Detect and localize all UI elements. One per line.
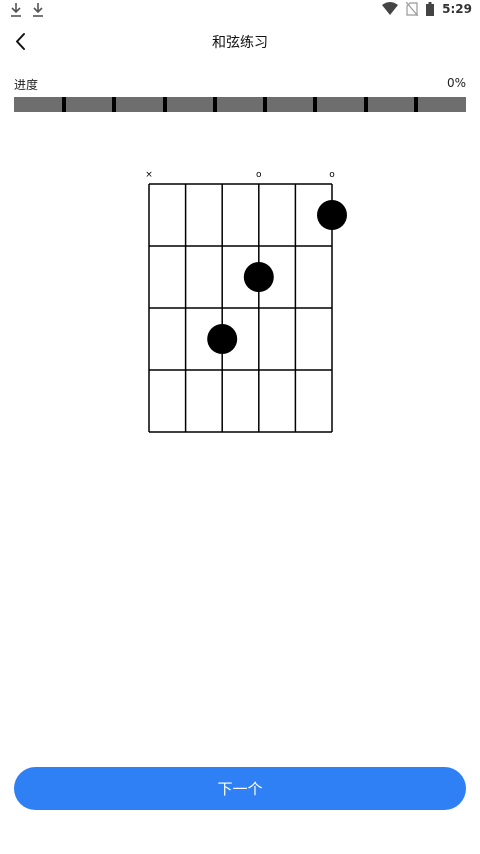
wifi-icon: [382, 2, 399, 16]
chord-diagram-svg: × o o: [145, 170, 347, 433]
download-icon: [32, 2, 44, 18]
app-header: 和弦练习: [0, 24, 480, 60]
download-icon: [10, 2, 22, 18]
progress-tick: [414, 97, 418, 112]
progress-tick: [213, 97, 217, 112]
page-title: 和弦练习: [212, 35, 268, 51]
status-bar: 5:29: [0, 0, 480, 24]
string-marker: o: [329, 170, 335, 180]
progress-tick: [163, 97, 167, 112]
finger-dot: [317, 200, 347, 230]
progress-tick: [62, 97, 66, 112]
progress-tick: [263, 97, 267, 112]
status-right-icons: 5:29: [382, 2, 472, 16]
progress-percent: 0%: [446, 76, 466, 90]
string-marker: ×: [145, 170, 153, 180]
finger-dot: [243, 262, 274, 292]
finger-dot: [207, 324, 238, 354]
progress-bar: [14, 97, 466, 112]
progress-label: 进度: [14, 78, 39, 92]
status-left-icons: [10, 2, 44, 18]
string-marker: o: [256, 170, 262, 180]
no-sim-icon: [406, 2, 419, 16]
status-time: 5:29: [442, 2, 472, 16]
next-button[interactable]: 下一个: [14, 767, 466, 810]
progress-tick: [364, 97, 368, 112]
progress-tick: [313, 97, 317, 112]
chord-diagram: × o o: [120, 160, 360, 450]
progress-tick: [112, 97, 116, 112]
battery-icon: [426, 2, 435, 16]
